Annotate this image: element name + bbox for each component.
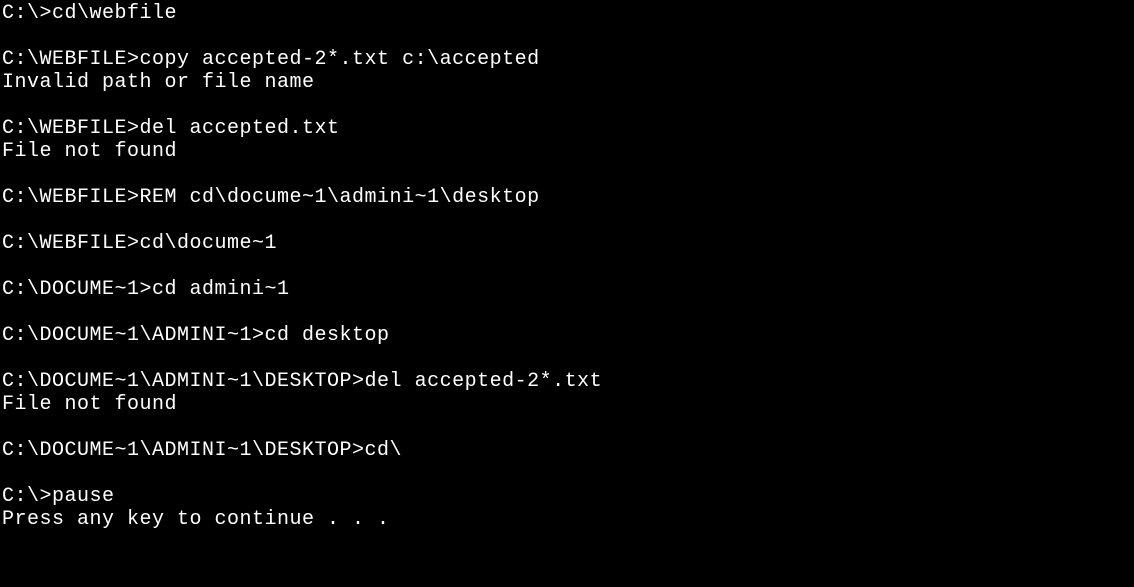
terminal-blank <box>2 209 1134 232</box>
terminal-blank <box>2 255 1134 278</box>
terminal-line: C:\DOCUME~1\ADMINI~1\DESKTOP>cd\ <box>2 439 1134 462</box>
terminal-output[interactable]: C:\>cd\webfile C:\WEBFILE>copy accepted-… <box>2 2 1134 531</box>
terminal-line: File not found <box>2 140 1134 163</box>
terminal-line: File not found <box>2 393 1134 416</box>
terminal-blank <box>2 25 1134 48</box>
terminal-line: C:\DOCUME~1>cd admini~1 <box>2 278 1134 301</box>
terminal-blank <box>2 416 1134 439</box>
terminal-line: C:\>pause <box>2 485 1134 508</box>
terminal-line: C:\DOCUME~1\ADMINI~1>cd desktop <box>2 324 1134 347</box>
terminal-line: C:\DOCUME~1\ADMINI~1\DESKTOP>del accepte… <box>2 370 1134 393</box>
terminal-line: Press any key to continue . . . <box>2 508 1134 531</box>
terminal-line: C:\WEBFILE>cd\docume~1 <box>2 232 1134 255</box>
terminal-line: C:\WEBFILE>del accepted.txt <box>2 117 1134 140</box>
terminal-line: Invalid path or file name <box>2 71 1134 94</box>
terminal-blank <box>2 347 1134 370</box>
terminal-blank <box>2 301 1134 324</box>
terminal-blank <box>2 94 1134 117</box>
terminal-line: C:\WEBFILE>REM cd\docume~1\admini~1\desk… <box>2 186 1134 209</box>
terminal-line: C:\>cd\webfile <box>2 2 1134 25</box>
terminal-blank <box>2 462 1134 485</box>
terminal-line: C:\WEBFILE>copy accepted-2*.txt c:\accep… <box>2 48 1134 71</box>
terminal-blank <box>2 163 1134 186</box>
